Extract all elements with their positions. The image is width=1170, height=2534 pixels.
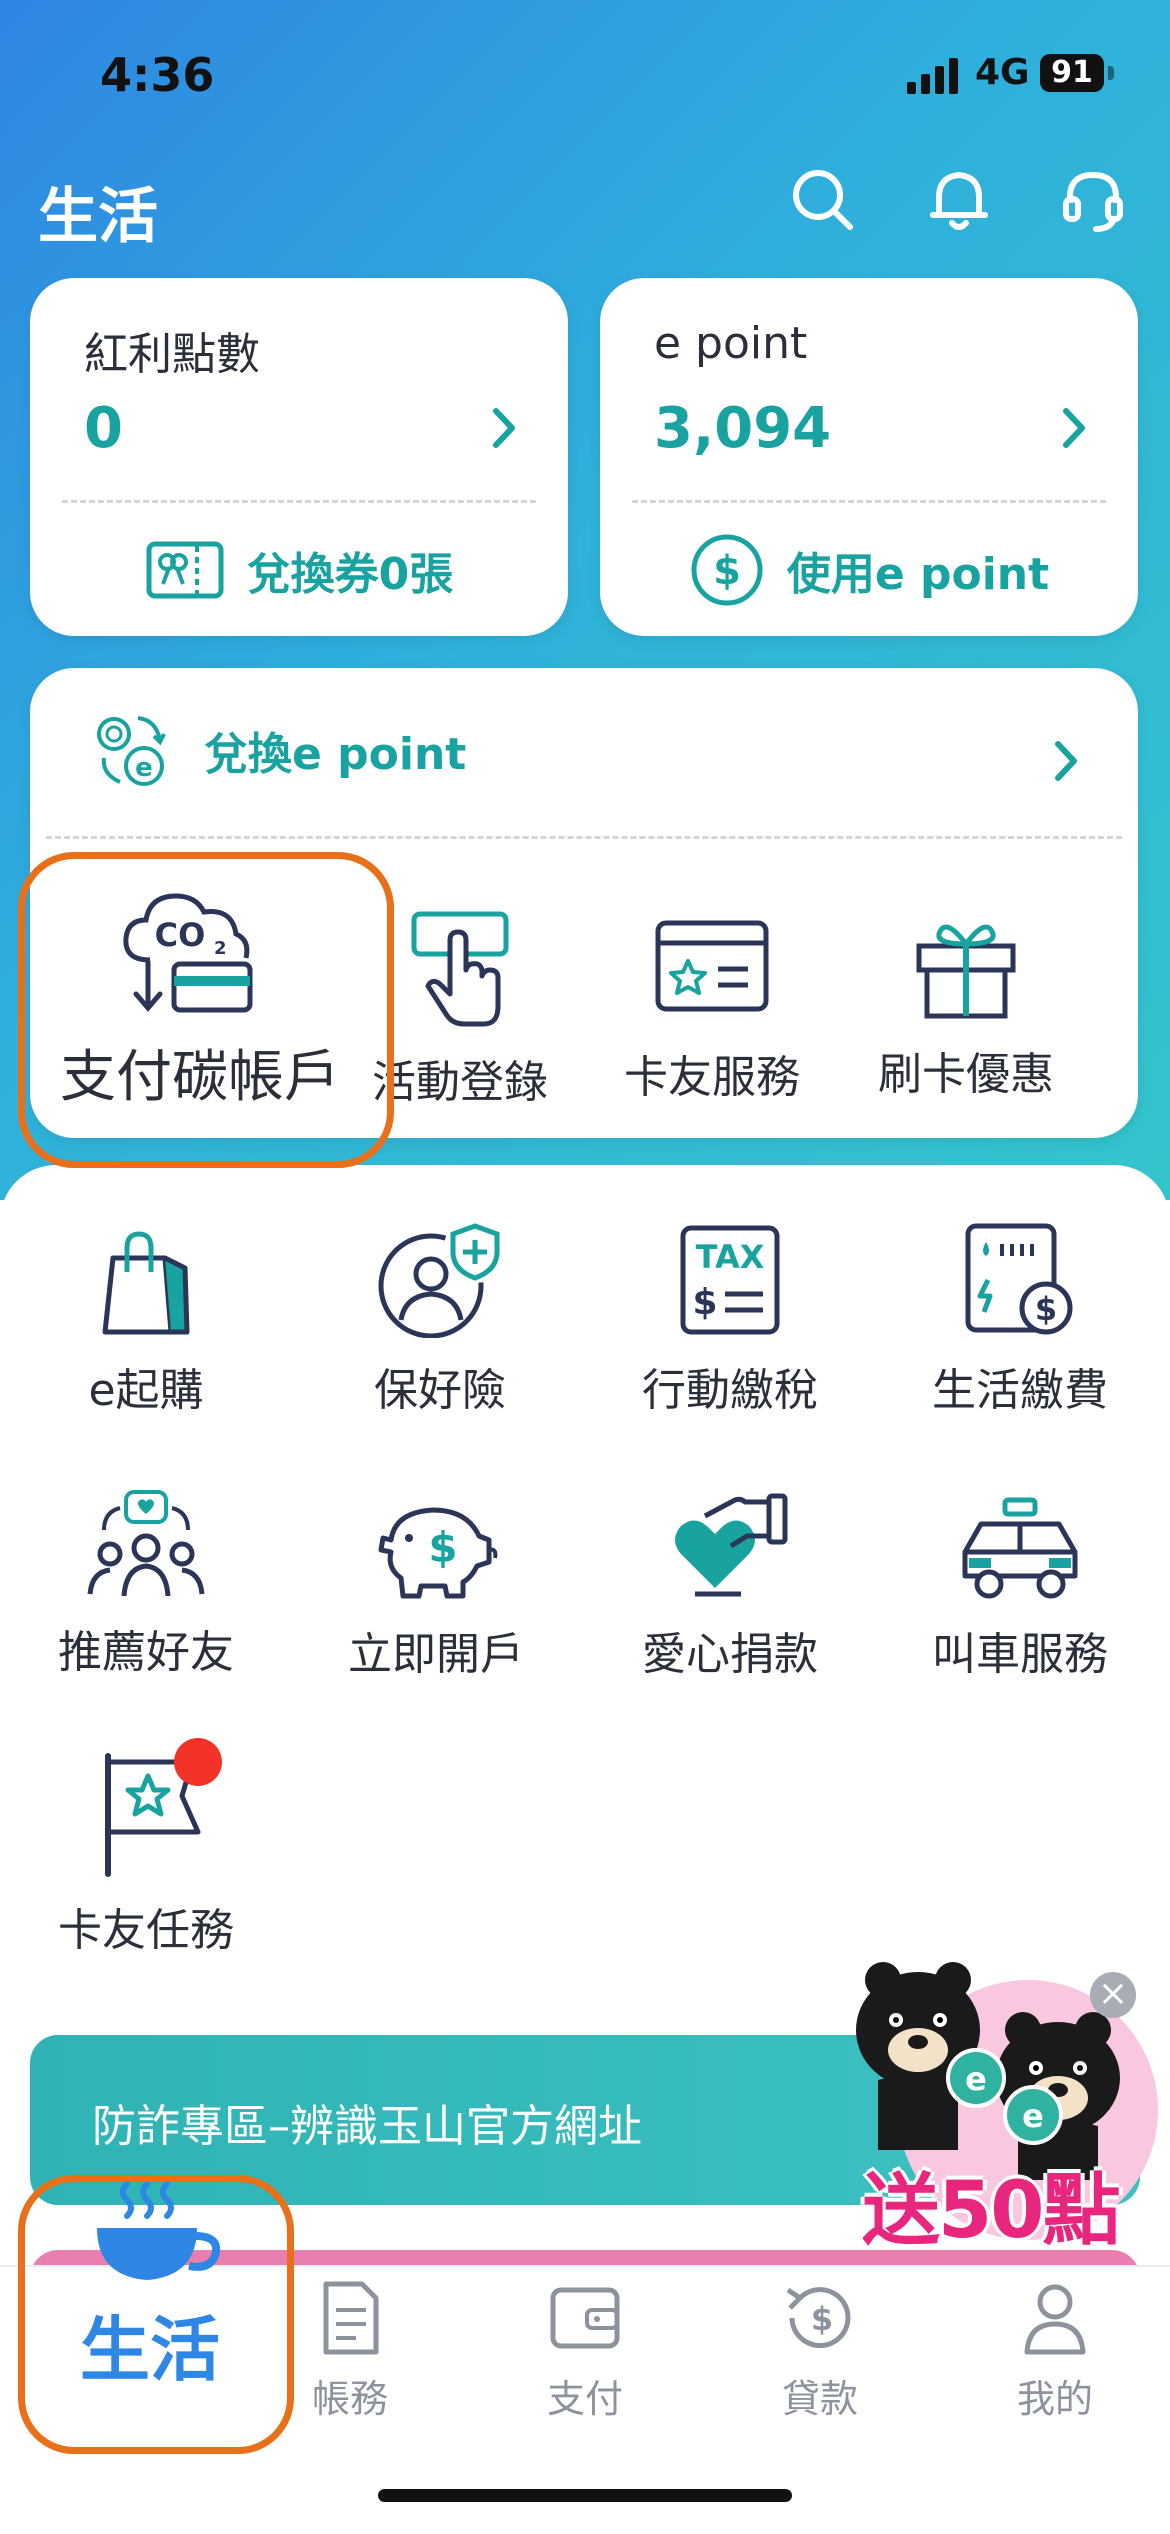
chevron-right-icon xyxy=(493,408,515,448)
insurance-button[interactable]: 保好險 xyxy=(310,1222,570,1418)
use-epoint-label: 使用e point xyxy=(786,549,1050,600)
status-time: 4:36 xyxy=(100,48,215,102)
notification-dot xyxy=(174,1738,222,1786)
tab-loans-label: 貸款 xyxy=(781,2377,858,2421)
voucher-button[interactable]: 兌換券0張 xyxy=(30,530,568,610)
card-offers-button[interactable]: 刷卡優惠 xyxy=(836,912,1096,1102)
divider xyxy=(46,836,1122,839)
battery-icon: 91 xyxy=(1040,54,1104,92)
tab-payment[interactable]: 支付 xyxy=(505,2278,665,2423)
cardholder-mission-button[interactable]: 卡友任務 xyxy=(16,1752,276,1958)
finger-tap-icon xyxy=(411,911,509,1027)
status-bar: 4:36 4G 91 xyxy=(0,38,1170,108)
cardholder-mission-label: 卡友任務 xyxy=(58,1905,234,1956)
divider xyxy=(632,500,1106,503)
loan-refresh-icon: $ xyxy=(786,2287,851,2349)
svg-text:e: e xyxy=(965,2060,987,2098)
exchange-epoint-label: 兌換e point xyxy=(204,729,467,780)
heart-hand-icon xyxy=(675,1493,788,1597)
tab-life-highlight xyxy=(18,2175,294,2454)
refer-people-icon xyxy=(87,1490,205,1597)
use-epoint-button[interactable]: $ 使用e point xyxy=(600,530,1138,610)
svg-text:e: e xyxy=(1022,2097,1044,2135)
user-icon xyxy=(1024,2284,1086,2355)
home-indicator[interactable] xyxy=(378,2489,792,2502)
refer-friend-label: 推薦好友 xyxy=(58,1627,234,1678)
epoint-label: e point xyxy=(654,318,808,369)
chevron-right-icon xyxy=(1055,741,1077,781)
promo-text: 送50點 xyxy=(862,2166,1121,2256)
charity-donation-button[interactable]: 愛心捐款 xyxy=(600,1492,860,1682)
tab-accounts[interactable]: 帳務 xyxy=(270,2278,430,2423)
signal-icon xyxy=(907,58,958,94)
taxi-service-button[interactable]: 叫車服務 xyxy=(890,1496,1150,1682)
member-card-icon xyxy=(655,920,769,1012)
svg-text:e: e xyxy=(135,753,153,783)
bonus-points-value: 0 xyxy=(84,396,123,461)
svg-text:$: $ xyxy=(811,2300,833,2338)
piggy-bank-icon: $ xyxy=(378,1507,498,1599)
voucher-label: 兌換券0張 xyxy=(246,549,454,600)
tab-profile-label: 我的 xyxy=(1016,2377,1093,2421)
svg-text:$: $ xyxy=(692,1282,717,1323)
chevron-right-icon xyxy=(1063,408,1085,448)
epoint-value: 3,094 xyxy=(654,396,832,461)
mobile-tax-button[interactable]: TAX $ 行動繳稅 xyxy=(600,1222,860,1418)
gift-icon xyxy=(916,924,1016,1019)
close-icon[interactable]: × xyxy=(1090,1972,1136,2018)
dollar-coin-icon: $ xyxy=(691,534,763,606)
tax-form-icon: TAX $ xyxy=(680,1225,780,1335)
svg-text:$: $ xyxy=(1035,1290,1057,1328)
cardholder-service-label: 卡友服務 xyxy=(624,1052,800,1103)
page-title: 生活 xyxy=(38,182,158,252)
network-type: 4G xyxy=(975,52,1030,93)
taxi-icon xyxy=(962,1497,1078,1599)
svg-text:$: $ xyxy=(428,1523,457,1572)
mobile-tax-label: 行動繳稅 xyxy=(642,1365,818,1416)
battery-nub xyxy=(1108,66,1114,80)
open-account-button[interactable]: $ 立即開戶 xyxy=(306,1492,566,1682)
bonus-points-card[interactable]: 紅利點數 0 兌換券0張 xyxy=(30,278,568,636)
e-shopping-label: e起購 xyxy=(88,1365,204,1416)
open-account-label: 立即開戶 xyxy=(348,1629,524,1680)
tab-loans[interactable]: $ 貸款 xyxy=(740,2278,900,2423)
divider xyxy=(62,500,536,503)
epoint-card[interactable]: e point 3,094 $ 使用e point xyxy=(600,278,1138,636)
search-icon[interactable] xyxy=(788,165,858,235)
e-shopping-button[interactable]: e起購 xyxy=(16,1228,276,1418)
utility-bill-icon: $ xyxy=(965,1223,1073,1335)
wallet-icon xyxy=(550,2287,620,2349)
exchange-epoint-row[interactable]: e 兌換e point xyxy=(90,708,466,792)
card-offers-label: 刷卡優惠 xyxy=(878,1049,1054,1100)
carbon-account-highlight xyxy=(18,852,394,1168)
bonus-points-label: 紅利點數 xyxy=(84,329,260,380)
bell-icon[interactable] xyxy=(924,165,994,235)
exchange-icon: e xyxy=(97,716,166,786)
tab-payment-label: 支付 xyxy=(546,2377,623,2421)
tab-accounts-label: 帳務 xyxy=(311,2377,388,2421)
insurance-label: 保好險 xyxy=(374,1365,506,1416)
cardholder-service-button[interactable]: 卡友服務 xyxy=(582,915,842,1105)
svg-text:$: $ xyxy=(713,548,741,594)
taxi-service-label: 叫車服務 xyxy=(932,1629,1108,1680)
utility-bills-button[interactable]: $ 生活繳費 xyxy=(890,1222,1150,1418)
anti-fraud-banner-text: 防詐專區–辨識玉山官方網址 xyxy=(92,2101,642,2152)
document-icon xyxy=(323,2281,379,2355)
tab-profile[interactable]: 我的 xyxy=(975,2278,1135,2423)
shopping-bag-icon xyxy=(102,1231,190,1335)
customer-service-icon[interactable] xyxy=(1058,165,1128,235)
refer-friend-button[interactable]: 推薦好友 xyxy=(16,1490,276,1680)
voucher-icon xyxy=(146,541,224,599)
svg-text:TAX: TAX xyxy=(696,1238,765,1276)
charity-donation-label: 愛心捐款 xyxy=(642,1629,818,1680)
user-shield-icon xyxy=(378,1223,500,1338)
utility-bills-label: 生活繳費 xyxy=(932,1365,1108,1416)
